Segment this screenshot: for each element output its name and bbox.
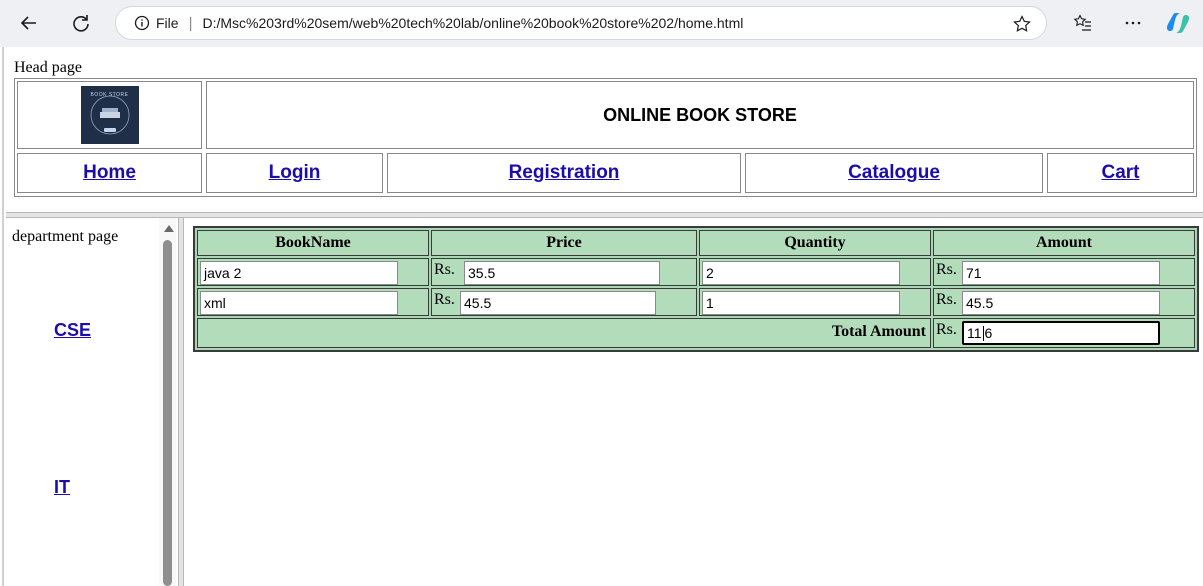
table-row-1-book-cell: java 2 [197, 258, 429, 286]
nav-cell-catalogue: Catalogue [745, 153, 1043, 193]
table-row-2-amount-cell: Rs. 45.5 [933, 288, 1195, 316]
book-name-input[interactable]: xml [200, 291, 398, 315]
currency-label: Rs. [434, 261, 455, 278]
scroll-thumb[interactable] [163, 240, 172, 586]
col-header-quantity: Quantity [699, 230, 931, 256]
page-frameset: Head page BOOK STORE ONLINE BOOK STORE H… [2, 47, 1203, 586]
table-row-1-quantity-cell: 2 [699, 258, 931, 286]
amount-input[interactable]: 71 [962, 261, 1160, 285]
info-icon[interactable] [134, 15, 150, 31]
head-frame: Head page BOOK STORE ONLINE BOOK STORE H… [6, 47, 1203, 212]
book-name-input[interactable]: java 2 [200, 261, 398, 285]
text-caret [982, 325, 984, 341]
head-page-caption: Head page [14, 59, 82, 76]
amount-input[interactable]: 45.5 [962, 291, 1160, 315]
table-row-1-price-cell: Rs. 35.5 [431, 258, 697, 286]
total-amount-label: Total Amount [831, 323, 926, 340]
scheme-label: File [156, 15, 179, 31]
cart-table: BookName Price Quantity Amount java 2 Rs… [193, 226, 1199, 352]
nav-registration-link[interactable]: Registration [509, 162, 620, 184]
total-amount-value: 11 [967, 325, 982, 341]
cart-frame: BookName Price Quantity Amount java 2 Rs… [184, 218, 1203, 586]
col-header-bookname: BookName [197, 230, 429, 256]
total-amount-cell: Rs. 11 6 [933, 318, 1195, 348]
price-input[interactable]: 45.5 [460, 291, 656, 315]
copilot-icon[interactable] [1163, 8, 1193, 38]
favorites-list-icon[interactable] [1068, 8, 1098, 38]
more-icon[interactable] [1118, 8, 1148, 38]
total-label-cell: Total Amount [197, 318, 931, 348]
price-input[interactable]: 35.5 [464, 261, 660, 285]
currency-label: Rs. [936, 261, 957, 278]
store-logo: BOOK STORE [80, 86, 139, 144]
table-row-1-amount-cell: Rs. 71 [933, 258, 1195, 286]
page-title: ONLINE BOOK STORE [603, 104, 797, 125]
nav-login-link[interactable]: Login [269, 162, 321, 184]
title-cell: ONLINE BOOK STORE [206, 81, 1194, 149]
address-bar[interactable]: File | D:/Msc%203rd%20sem/web%20tech%20l… [115, 6, 1047, 40]
total-amount-value-tail: 6 [984, 325, 993, 341]
currency-label: Rs. [434, 291, 455, 308]
table-row-2-book-cell: xml [197, 288, 429, 316]
url-text[interactable]: D:/Msc%203rd%20sem/web%20tech%20lab/onli… [202, 15, 743, 31]
nav-cell-registration: Registration [387, 153, 741, 193]
nav-cart-link[interactable]: Cart [1101, 162, 1139, 184]
table-row-2-quantity-cell: 1 [699, 288, 931, 316]
currency-label: Rs. [936, 291, 957, 308]
department-page-caption: department page [12, 228, 119, 245]
table-row-2-price-cell: Rs. 45.5 [431, 288, 697, 316]
dept-it-link[interactable]: IT [54, 477, 70, 498]
nav-cell-home: Home [17, 153, 202, 193]
refresh-icon[interactable] [66, 8, 96, 38]
back-icon[interactable] [14, 8, 44, 38]
header-table: BOOK STORE ONLINE BOOK STORE Home Login … [14, 78, 1197, 197]
nav-catalogue-link[interactable]: Catalogue [848, 162, 940, 184]
quantity-input[interactable]: 1 [702, 291, 900, 315]
currency-label: Rs. [936, 321, 957, 338]
col-header-price: Price [431, 230, 697, 256]
nav-home-link[interactable]: Home [83, 162, 136, 184]
address-separator: | [188, 14, 193, 32]
nav-cell-cart: Cart [1047, 153, 1194, 193]
quantity-input[interactable]: 2 [702, 261, 900, 285]
col-header-amount: Amount [933, 230, 1195, 256]
department-frame: department page CSE IT [6, 218, 178, 586]
total-amount-input[interactable]: 11 6 [962, 321, 1160, 345]
scroll-up-arrow-icon[interactable] [164, 225, 174, 232]
department-scrollbar[interactable] [159, 218, 176, 586]
logo-text: BOOK STORE [90, 92, 129, 98]
browser-toolbar: File | D:/Msc%203rd%20sem/web%20tech%20l… [0, 0, 1203, 47]
dept-cse-link[interactable]: CSE [54, 320, 91, 341]
nav-cell-login: Login [206, 153, 383, 193]
favorite-star-icon[interactable] [1012, 14, 1032, 34]
logo-cell: BOOK STORE [17, 81, 202, 149]
